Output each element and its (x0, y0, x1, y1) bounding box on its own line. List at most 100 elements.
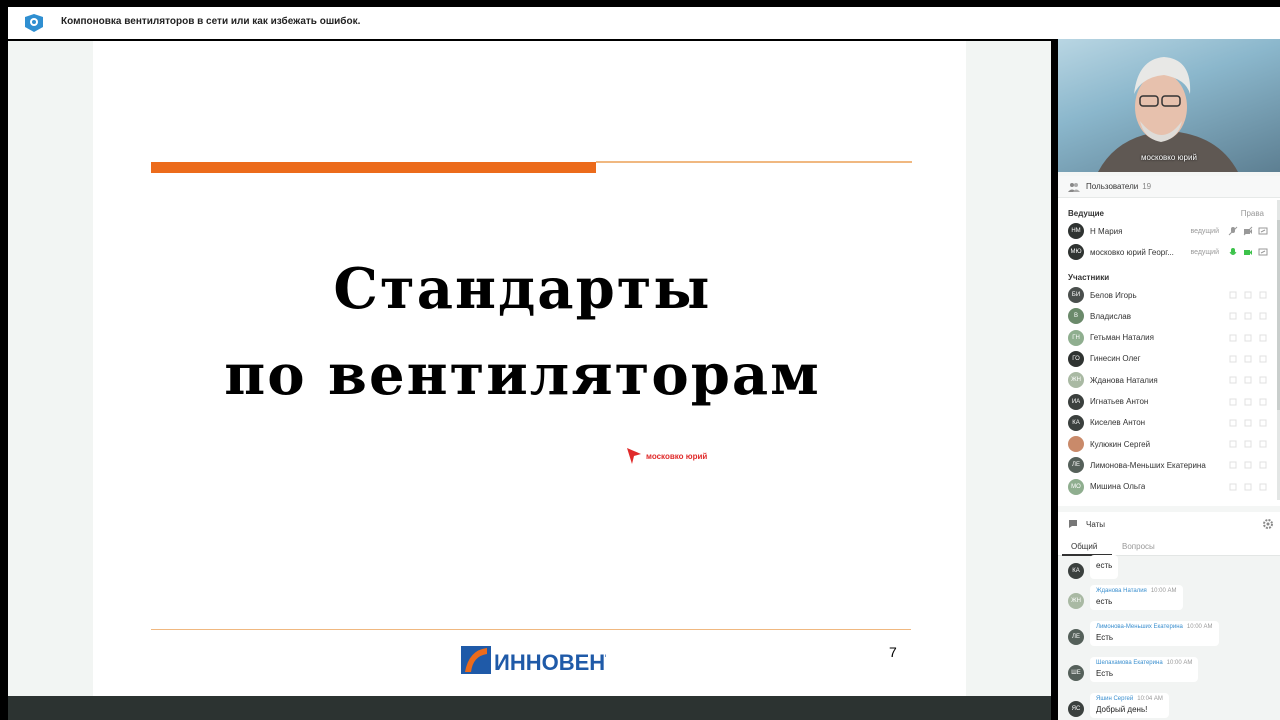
camera-icon[interactable] (1243, 311, 1253, 321)
users-icon (1068, 182, 1080, 192)
screen-share-icon[interactable] (1258, 375, 1268, 385)
slide-page-number: 7 (889, 644, 897, 660)
screen-share-icon[interactable] (1258, 247, 1268, 257)
settings-gear-icon[interactable] (1262, 518, 1274, 530)
message-author: Яшин Сергей (1096, 696, 1134, 702)
user-name: Лимонова-Меньших Екатерина (1090, 460, 1206, 470)
message-author: Шелахамова Екатерина (1096, 660, 1163, 666)
participant-row[interactable]: ГН Гетьман Наталия (1068, 329, 1268, 347)
mic-icon[interactable] (1228, 354, 1238, 364)
avatar: ЛЕ (1068, 457, 1084, 474)
user-role: ведущий (1190, 248, 1219, 256)
mic-icon[interactable] (1228, 397, 1238, 407)
svg-text:ИННОВЕНТ: ИННОВЕНТ (494, 650, 606, 675)
screen-share-icon[interactable] (1258, 397, 1268, 407)
user-name: Кулюкин Сергей (1090, 439, 1151, 449)
user-name: Гетьман Наталия (1090, 333, 1154, 343)
video-name-label: московко юрий (1141, 153, 1197, 162)
camera-icon[interactable] (1243, 354, 1253, 364)
user-role: ведущий (1190, 227, 1219, 235)
chat-tabs: Общий Вопросы (1058, 536, 1280, 556)
message-bubble: Яшин Сергей 10:04 AM Добрый день! (1090, 693, 1169, 718)
message-text: Есть (1096, 669, 1114, 678)
user-name: московко юрий Георг... (1090, 247, 1174, 257)
pointer-label: московко юрий (646, 452, 708, 461)
camera-icon[interactable] (1243, 460, 1253, 470)
mic-on-icon[interactable] (1228, 247, 1238, 257)
rights-label: Права (1240, 209, 1264, 218)
mic-icon[interactable] (1228, 311, 1238, 321)
camera-icon[interactable] (1243, 290, 1253, 300)
mic-icon[interactable] (1228, 418, 1238, 428)
camera-icon[interactable] (1243, 439, 1253, 449)
participant-row[interactable]: ЛЕ Лимонова-Меньших Екатерина (1068, 456, 1268, 474)
mic-icon[interactable] (1228, 460, 1238, 470)
screen-share-icon[interactable] (1258, 418, 1268, 428)
avatar: ЖН (1068, 372, 1084, 389)
screen-share-icon[interactable] (1258, 482, 1268, 492)
mic-icon[interactable] (1228, 439, 1238, 449)
users-panel: Пользователи 19 Ведущие Права НМ Н Мария… (1058, 176, 1280, 506)
avatar: ЖН (1068, 593, 1084, 609)
chat-message: ЛЕ Лимонова-Меньших Екатерина 10:00 AM Есть (1068, 621, 1219, 646)
camera-icon[interactable] (1243, 397, 1253, 407)
camera-icon[interactable] (1243, 482, 1253, 492)
avatar: ГН (1068, 329, 1084, 346)
camera-icon[interactable] (1243, 418, 1253, 428)
message-bubble: есть (1090, 555, 1119, 579)
screen-share-icon[interactable] (1258, 333, 1268, 343)
screen-share-icon[interactable] (1258, 354, 1268, 364)
screen-share-icon[interactable] (1258, 439, 1268, 449)
slide: Стандарты по вентиляторам московко юрий … (93, 41, 966, 696)
camera-on-icon[interactable] (1243, 247, 1253, 257)
message-meta: Лимонова-Меньших Екатерина 10:00 AM (1096, 624, 1213, 630)
tab-general[interactable]: Общий (1071, 542, 1097, 551)
screen-share-icon[interactable] (1258, 226, 1268, 236)
participant-row[interactable]: ИА Игнатьев Антон (1068, 393, 1268, 411)
screen-share-icon[interactable] (1258, 290, 1268, 300)
user-name: Мишина Ольга (1090, 482, 1146, 492)
user-name: Жданова Наталия (1090, 375, 1158, 385)
chat-message: ШЕ Шелахамова Екатерина 10:00 AM Есть (1068, 657, 1199, 682)
screen-share-icon[interactable] (1258, 311, 1268, 321)
avatar: ЯС (1068, 701, 1084, 717)
participant-controls (1223, 482, 1268, 492)
users-header[interactable]: Пользователи 19 (1058, 176, 1280, 198)
avatar: МО (1068, 478, 1084, 495)
camera-off-icon[interactable] (1243, 226, 1253, 236)
avatar (1068, 436, 1084, 453)
message-bubble: Лимонова-Меньших Екатерина 10:00 AM Есть (1090, 621, 1219, 646)
participant-row[interactable]: В Владислав (1068, 307, 1268, 325)
avatar: НМ (1068, 223, 1084, 239)
participant-row[interactable]: МО Мишина Ольга (1068, 478, 1268, 496)
host-row[interactable]: МЮ московко юрий Георг... ведущий (1068, 243, 1268, 261)
message-time: 10:00 AM (1150, 588, 1177, 594)
mic-icon[interactable] (1228, 290, 1238, 300)
host-row[interactable]: НМ Н Мария ведущий (1068, 222, 1268, 240)
mic-icon[interactable] (1228, 375, 1238, 385)
message-author: Жданова Наталия (1096, 588, 1147, 594)
participant-row[interactable]: Кулюкин Сергей (1068, 435, 1268, 453)
presenter-video: московко юрий (1058, 39, 1280, 172)
participant-row[interactable]: ЖН Жданова Наталия (1068, 371, 1268, 389)
avatar: В (1068, 308, 1084, 325)
participant-row[interactable]: БИ Белов Игорь (1068, 286, 1268, 304)
participant-row[interactable]: ГО Гинесин Олег (1068, 350, 1268, 368)
presenter-pointer-icon (627, 448, 641, 464)
tab-questions[interactable]: Вопросы (1122, 542, 1155, 551)
participant-row[interactable]: КА Киселев Антон (1068, 414, 1268, 432)
participant-controls (1223, 375, 1268, 385)
chat-header: Чаты (1058, 512, 1280, 536)
screen-share-icon[interactable] (1258, 460, 1268, 470)
presentation-area: Стандарты по вентиляторам московко юрий … (8, 41, 1051, 696)
message-text: Добрый день! (1096, 705, 1148, 714)
camera-icon[interactable] (1243, 375, 1253, 385)
participant-controls (1223, 397, 1268, 407)
user-name: Белов Игорь (1090, 290, 1137, 300)
mic-off-icon[interactable] (1228, 226, 1238, 236)
camera-icon[interactable] (1243, 333, 1253, 343)
message-meta: Жданова Наталия 10:00 AM (1096, 588, 1177, 594)
mic-icon[interactable] (1228, 333, 1238, 343)
bottom-toolbar (8, 696, 1051, 720)
mic-icon[interactable] (1228, 482, 1238, 492)
